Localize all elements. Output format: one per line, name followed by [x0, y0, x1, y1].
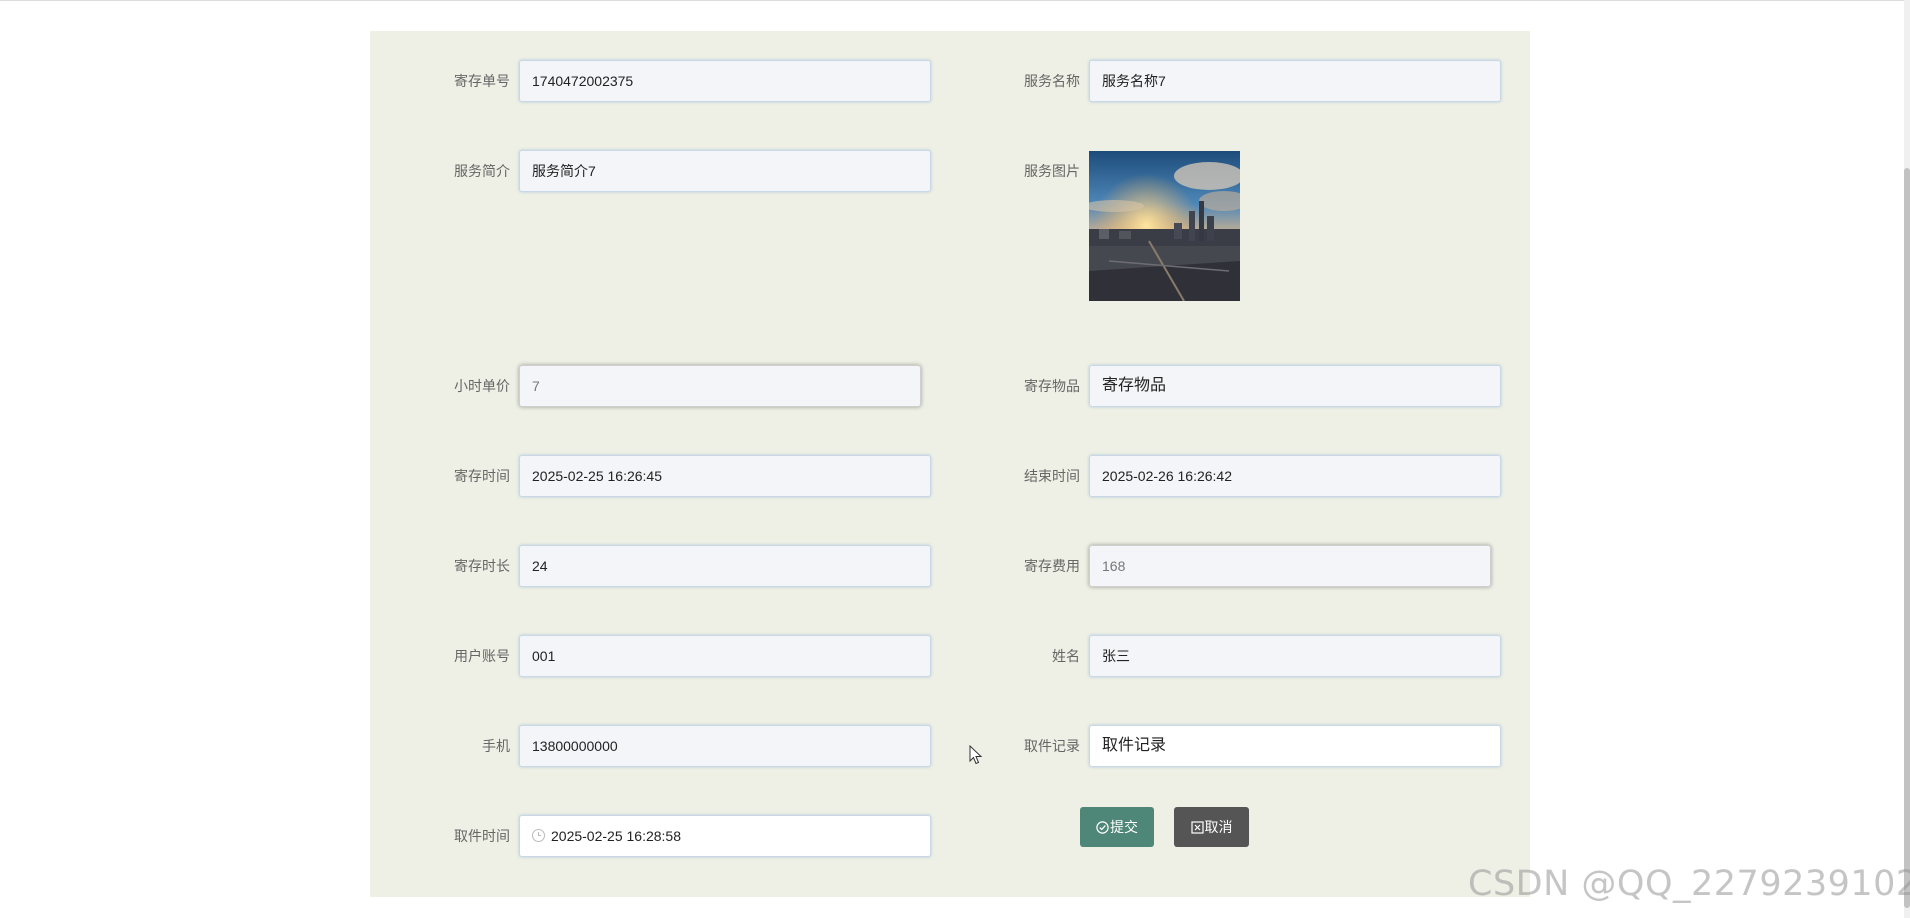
stored-items-field[interactable]: 寄存物品 — [1089, 365, 1501, 407]
check-circle-icon — [1096, 807, 1109, 847]
close-square-icon — [1190, 807, 1204, 847]
phone-field[interactable]: 13800000000 — [519, 725, 931, 767]
label-storage-duration: 寄存时长 — [454, 558, 510, 574]
submit-label: 提交 — [1110, 819, 1138, 835]
label-stored-items: 寄存物品 — [1024, 378, 1080, 394]
storage-fee-field[interactable]: 168 — [1089, 545, 1491, 587]
label-phone: 手机 — [482, 738, 510, 754]
name-field[interactable]: 张三 — [1089, 635, 1501, 677]
label-storage-time: 寄存时间 — [454, 468, 510, 484]
service-image[interactable] — [1089, 151, 1240, 301]
cancel-button[interactable]: 取消 — [1174, 807, 1249, 847]
mouse-cursor-icon — [969, 744, 983, 765]
hourly-price-field[interactable]: 7 — [519, 365, 921, 407]
submit-button[interactable]: 提交 — [1080, 807, 1154, 847]
label-hourly-price: 小时单价 — [454, 378, 510, 394]
pickup-time-value: 2025-02-25 16:28:58 — [551, 828, 681, 844]
service-intro-field[interactable]: 服务简介7 — [519, 150, 931, 192]
pickup-time-field[interactable]: 2025-02-25 16:28:58 — [519, 815, 931, 857]
label-service-intro: 服务简介 — [454, 163, 510, 179]
storage-no-field[interactable]: 1740472002375 — [519, 60, 931, 102]
top-divider — [0, 0, 1910, 1]
label-storage-fee: 寄存费用 — [1024, 558, 1080, 574]
cancel-label: 取消 — [1204, 819, 1233, 835]
clock-icon — [532, 829, 545, 843]
storage-time-field[interactable]: 2025-02-25 16:26:45 — [519, 455, 931, 497]
pickup-record-field[interactable]: 取件记录 — [1089, 725, 1501, 767]
label-service-name: 服务名称 — [1024, 73, 1080, 89]
label-storage-no: 寄存单号 — [454, 73, 510, 89]
label-service-image: 服务图片 — [1024, 163, 1080, 179]
watermark: CSDN @QQ_2279239102 — [1468, 864, 1910, 904]
end-time-field[interactable]: 2025-02-26 16:26:42 — [1089, 455, 1501, 497]
service-name-field[interactable]: 服务名称7 — [1089, 60, 1501, 102]
label-pickup-time: 取件时间 — [454, 828, 510, 844]
storage-duration-field[interactable]: 24 — [519, 545, 931, 587]
scrollbar-thumb[interactable] — [1904, 168, 1910, 908]
user-account-field[interactable]: 001 — [519, 635, 931, 677]
label-end-time: 结束时间 — [1024, 468, 1080, 484]
label-name: 姓名 — [1052, 648, 1080, 664]
label-user-account: 用户账号 — [454, 648, 510, 664]
